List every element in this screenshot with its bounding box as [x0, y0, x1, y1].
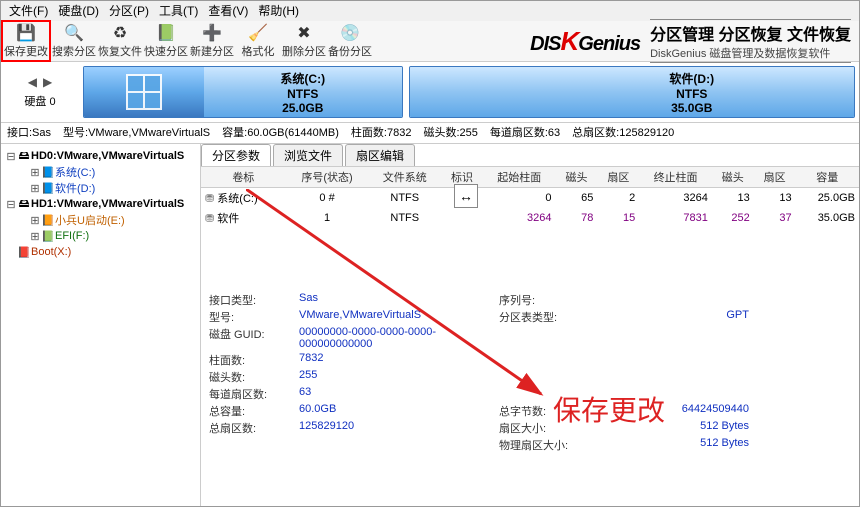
tree-x[interactable]: Boot(X:) [31, 246, 71, 258]
save-icon: 💾 [16, 23, 36, 43]
format-button[interactable]: 🧹 格式化 [235, 22, 281, 60]
content-panel: 分区参数 浏览文件 扇区编辑 卷标 序号(状态) 文件系统 标识 起始柱面 磁头… [201, 144, 859, 507]
expand-icon[interactable]: ⊞ [29, 182, 41, 195]
save-button[interactable]: 💾 保存更改 [1, 20, 51, 62]
expand-icon[interactable]: ⊞ [29, 230, 41, 243]
tree-d[interactable]: 软件(D:) [55, 180, 95, 196]
backup-icon: 💿 [340, 23, 360, 43]
tab-browse-files[interactable]: 浏览文件 [273, 144, 343, 166]
vol-icon: 📙 [41, 214, 55, 227]
menu-part[interactable]: 分区(P) [105, 1, 153, 21]
collapse-icon[interactable]: ⊟ [5, 198, 17, 211]
quick-part-button[interactable]: 📗 快速分区 [143, 22, 189, 60]
disk-info-line: 接口:Sas 型号:VMware,VMwareVirtualS 容量:60.0G… [1, 123, 859, 144]
delete-icon: ✖ [294, 23, 314, 43]
branding: DISKGenius 分区管理 分区恢复 文件恢复 DiskGenius 磁盘管… [522, 19, 859, 63]
brand-line1: 分区管理 分区恢复 文件恢复 [650, 19, 851, 45]
toolbar: 💾 保存更改 🔍 搜索分区 ♻ 恢复文件 📗 快速分区 ➕ 新建分区 🧹 格式化… [1, 21, 859, 62]
recover-files-button[interactable]: ♻ 恢复文件 [97, 22, 143, 60]
delete-part-button[interactable]: ✖ 删除分区 [281, 22, 327, 60]
tree-e[interactable]: 小兵U启动(E:) [55, 212, 125, 228]
partition-d[interactable]: 软件(D:) NTFS 35.0GB [409, 66, 856, 118]
brand-line2: DiskGenius 磁盘管理及数据恢复软件 [650, 45, 851, 63]
tree-f[interactable]: EFI(F:) [55, 230, 89, 242]
app-window: 文件(F) 硬盘(D) 分区(P) 工具(T) 查看(V) 帮助(H) 💾 保存… [0, 0, 860, 507]
windows-icon [126, 74, 162, 110]
hdd-icon: 🖴 [17, 147, 31, 166]
menu-view[interactable]: 查看(V) [204, 1, 252, 21]
vol-icon: ⛃ [205, 213, 214, 225]
vol-icon: 📘 [41, 182, 55, 195]
prev-disk-icon[interactable]: ◀ [28, 75, 37, 89]
disk-index-label: 硬盘 0 [24, 93, 55, 109]
menu-disk[interactable]: 硬盘(D) [54, 1, 103, 21]
disk-overview: ◀ ▶ 硬盘 0 系统(C:) NTFS 25.0GB 软件(D:) NTFS 3… [1, 62, 859, 123]
vol-icon: 📗 [41, 230, 55, 243]
overview-left: ◀ ▶ 硬盘 0 [1, 62, 79, 122]
vol-icon: 📘 [41, 166, 55, 179]
search-icon: 🔍 [64, 23, 84, 43]
tab-sector-edit[interactable]: 扇区编辑 [345, 144, 415, 166]
drag-icon[interactable]: ↔ [454, 184, 478, 208]
disk-tree: ⊟🖴HD0:VMware,VMwareVirtualS ⊞📘系统(C:) ⊞📘软… [1, 144, 201, 507]
menu-help[interactable]: 帮助(H) [254, 1, 303, 21]
collapse-icon[interactable]: ⊟ [5, 150, 17, 163]
recover-icon: ♻ [110, 23, 130, 43]
vol-icon: ⛃ [205, 193, 214, 205]
tree-hd0[interactable]: HD0:VMware,VMwareVirtualS [31, 150, 184, 162]
menu-file[interactable]: 文件(F) [5, 1, 52, 21]
backup-part-button[interactable]: 💿 备份分区 [327, 22, 373, 60]
expand-icon[interactable]: ⊞ [29, 166, 41, 179]
main-area: ⊟🖴HD0:VMware,VMwareVirtualS ⊞📘系统(C:) ⊞📘软… [1, 144, 859, 507]
new-icon: ➕ [202, 23, 222, 43]
tree-hd1[interactable]: HD1:VMware,VMwareVirtualS [31, 198, 184, 210]
new-part-button[interactable]: ➕ 新建分区 [189, 22, 235, 60]
table-row[interactable]: ⛃ 系统(C:) 0 # NTFS 0 65 2 3264 13 13 25.0… [201, 188, 859, 209]
table-row[interactable]: ⛃ 软件 1 NTFS 3264 78 15 7831 252 37 35.0G… [201, 208, 859, 228]
brand-logo: DISKGenius [530, 26, 640, 57]
tree-c[interactable]: 系统(C:) [55, 164, 95, 180]
vol-icon: 📕 [17, 246, 31, 259]
menu-bar: 文件(F) 硬盘(D) 分区(P) 工具(T) 查看(V) 帮助(H) [1, 1, 859, 21]
table-header-row: 卷标 序号(状态) 文件系统 标识 起始柱面 磁头 扇区 终止柱面 磁头 扇区 … [201, 167, 859, 188]
disk-details: 接口类型:Sas序列号:型号:VMware,VMwareVirtualS分区表类… [201, 288, 859, 457]
search-part-button[interactable]: 🔍 搜索分区 [51, 22, 97, 60]
format-icon: 🧹 [248, 23, 268, 43]
quick-icon: 📗 [156, 23, 176, 43]
menu-tools[interactable]: 工具(T) [155, 1, 202, 21]
tab-partition-params[interactable]: 分区参数 [201, 144, 271, 166]
disk-bar: 系统(C:) NTFS 25.0GB 软件(D:) NTFS 35.0GB [79, 62, 859, 122]
save-label: 保存更改 [4, 43, 48, 59]
expand-icon[interactable]: ⊞ [29, 214, 41, 227]
partition-c[interactable]: 系统(C:) NTFS 25.0GB [83, 66, 403, 118]
tab-bar: 分区参数 浏览文件 扇区编辑 [201, 144, 859, 167]
next-disk-icon[interactable]: ▶ [43, 75, 52, 89]
hdd-icon: 🖴 [17, 195, 31, 214]
partition-table: 卷标 序号(状态) 文件系统 标识 起始柱面 磁头 扇区 终止柱面 磁头 扇区 … [201, 167, 859, 228]
